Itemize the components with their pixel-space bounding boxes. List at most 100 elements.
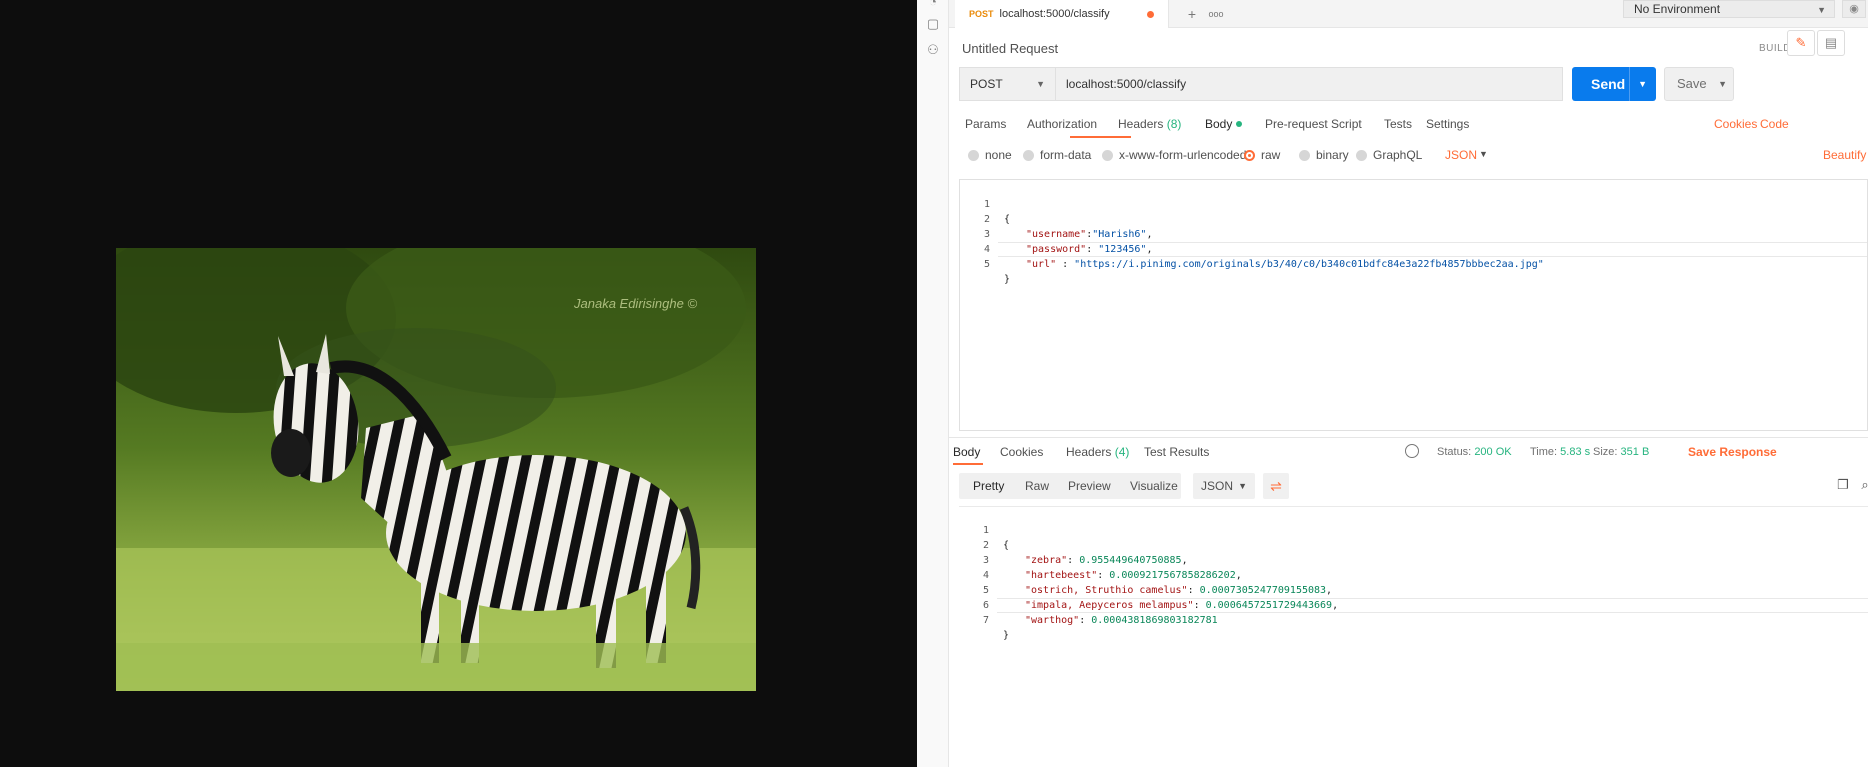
save-options-chevron-icon[interactable]: ▼ bbox=[1718, 68, 1727, 100]
view-preview[interactable]: Preview bbox=[1060, 473, 1119, 499]
more-tabs-button[interactable]: ooo bbox=[1203, 4, 1229, 24]
history-icon[interactable]: ◔ bbox=[925, 0, 941, 10]
json-key: "url" bbox=[1026, 259, 1057, 270]
save-response-button[interactable]: Save Response bbox=[1688, 445, 1777, 459]
url-input[interactable]: localhost:5000/classify bbox=[1056, 67, 1563, 101]
view-visualize[interactable]: Visualize bbox=[1122, 473, 1186, 499]
collections-icon[interactable]: ▢ bbox=[925, 16, 941, 32]
tab-authorization[interactable]: Authorization bbox=[1027, 117, 1097, 131]
cookies-link[interactable]: Cookies bbox=[1714, 117, 1757, 131]
code-link[interactable]: Code bbox=[1760, 117, 1789, 131]
res-tab-headers-label: Headers bbox=[1066, 445, 1112, 459]
tab-body-label: Body bbox=[1205, 117, 1233, 131]
code-text: } bbox=[1004, 274, 1011, 285]
tab-tests[interactable]: Tests bbox=[1384, 117, 1412, 131]
code-line: 1 { bbox=[959, 508, 1868, 551]
radio-raw[interactable]: raw bbox=[1244, 148, 1280, 162]
raw-format-select[interactable]: JSON bbox=[1445, 148, 1477, 162]
method-value: POST bbox=[970, 77, 1003, 91]
response-divider[interactable] bbox=[949, 437, 1868, 438]
chevron-down-icon[interactable]: ▼ bbox=[1479, 149, 1488, 159]
tab-title: localhost:5000/classify bbox=[999, 8, 1110, 20]
environment-select[interactable]: No Environment ▼ bbox=[1623, 0, 1835, 18]
code-line: 6 "warthog": 0.0004381869803182781 bbox=[959, 583, 1868, 626]
request-body-editor[interactable]: 1 { 2 "username":"Harish6", 3 "password"… bbox=[959, 179, 1868, 431]
radio-binary-label: binary bbox=[1316, 148, 1349, 162]
view-mode-group: Pretty Raw Preview Visualize bbox=[959, 473, 1181, 499]
active-tab-underline bbox=[953, 463, 983, 465]
radio-urlencoded-label: x-www-form-urlencoded bbox=[1119, 148, 1247, 162]
response-format-select[interactable]: JSON ▼ bbox=[1193, 473, 1255, 499]
res-tab-cookies[interactable]: Cookies bbox=[1000, 445, 1043, 459]
radio-circle-icon bbox=[1299, 149, 1310, 161]
method-select[interactable]: POST ▼ bbox=[959, 67, 1056, 101]
code-line: 7 } bbox=[959, 598, 1868, 641]
tab-headers-count: (8) bbox=[1166, 117, 1182, 131]
request-tab-bar: POST localhost:5000/classify + ooo No En… bbox=[949, 0, 1868, 28]
view-pretty[interactable]: Pretty bbox=[965, 473, 1013, 499]
request-title[interactable]: Untitled Request bbox=[962, 41, 1058, 56]
tab-headers[interactable]: Headers (8) bbox=[1118, 117, 1181, 131]
size-meta: Size: 351 B bbox=[1593, 446, 1649, 458]
response-format-label: JSON bbox=[1201, 479, 1234, 493]
status-label: Status: bbox=[1437, 446, 1472, 458]
code-text: } bbox=[1003, 630, 1010, 641]
radio-none-label: none bbox=[985, 148, 1012, 162]
unsaved-dot-icon bbox=[1147, 10, 1154, 18]
code-line: 5 } bbox=[960, 242, 1867, 285]
code-line: 4 "ostrich, Struthio camelus": 0.0007305… bbox=[959, 553, 1868, 596]
send-button[interactable]: Send ▼ bbox=[1572, 67, 1656, 101]
code-line: 5 "impala, Aepyceros melampus": 0.000645… bbox=[959, 568, 1868, 611]
radio-graphql[interactable]: GraphQL bbox=[1356, 148, 1422, 162]
send-label: Send bbox=[1591, 76, 1626, 92]
beautify-link[interactable]: Beautify bbox=[1823, 148, 1866, 162]
save-label: Save bbox=[1677, 76, 1707, 91]
radio-circle-icon bbox=[1102, 149, 1113, 161]
zebra-illustration bbox=[116, 248, 756, 691]
code-line: 3 "password": "123456", bbox=[960, 212, 1867, 255]
radio-circle-icon bbox=[1023, 149, 1034, 161]
size-label: Size: bbox=[1593, 446, 1618, 458]
tab-headers-label: Headers bbox=[1118, 117, 1164, 131]
chevron-down-icon: ▼ bbox=[1238, 481, 1247, 491]
view-raw[interactable]: Raw bbox=[1017, 473, 1057, 499]
edit-pencil-icon[interactable]: ✎ bbox=[1787, 30, 1815, 56]
response-body-viewer[interactable]: 1 { 2 "zebra": 0.955449640750885, 3 "har… bbox=[959, 506, 1868, 641]
status-meta: Status: 200 OK bbox=[1437, 446, 1512, 458]
apis-icon[interactable]: ⚇ bbox=[925, 42, 941, 58]
comments-icon[interactable]: ▤ bbox=[1817, 30, 1845, 56]
tab-localhost-classify[interactable]: POST localhost:5000/classify bbox=[955, 0, 1169, 28]
code-line: 2 "zebra": 0.955449640750885, bbox=[959, 523, 1868, 566]
radio-none[interactable]: none bbox=[968, 148, 1012, 162]
tab-method: POST bbox=[969, 9, 994, 19]
request-tabs: Params Authorization Headers (8) Body Pr… bbox=[959, 111, 1868, 138]
image-viewer: Janaka Edirisinghe © bbox=[0, 0, 917, 767]
json-sep: : bbox=[1056, 259, 1075, 270]
wrap-lines-icon[interactable]: ⇌ bbox=[1263, 473, 1289, 499]
postman-panel: ◔ ▢ ⚇ POST localhost:5000/classify + ooo… bbox=[917, 0, 1868, 767]
save-button[interactable]: Save ▼ bbox=[1664, 67, 1734, 101]
radio-binary[interactable]: binary bbox=[1299, 148, 1349, 162]
tab-settings[interactable]: Settings bbox=[1426, 117, 1469, 131]
code-line: 2 "username":"Harish6", bbox=[960, 197, 1867, 240]
search-icon[interactable]: ⌕ bbox=[1857, 477, 1868, 493]
response-tabs: Body Cookies Headers (4) Test Results St… bbox=[953, 443, 1868, 465]
res-tab-headers-count: (4) bbox=[1114, 445, 1130, 459]
globe-icon[interactable] bbox=[1405, 444, 1419, 458]
tab-params[interactable]: Params bbox=[965, 117, 1006, 131]
new-tab-button[interactable]: + bbox=[1179, 4, 1205, 24]
send-options-chevron-icon[interactable]: ▼ bbox=[1638, 67, 1647, 101]
tab-prerequest-script[interactable]: Pre-request Script bbox=[1265, 117, 1362, 131]
chevron-down-icon: ▼ bbox=[1036, 79, 1045, 89]
time-meta: Time: 5.83 s bbox=[1530, 446, 1590, 458]
radio-urlencoded[interactable]: x-www-form-urlencoded bbox=[1102, 148, 1246, 162]
json-value: 0.0004381869803182781 bbox=[1091, 615, 1218, 626]
radio-graphql-label: GraphQL bbox=[1373, 148, 1423, 162]
res-tab-body[interactable]: Body bbox=[953, 445, 980, 459]
tab-body[interactable]: Body bbox=[1205, 117, 1243, 131]
radio-form-data[interactable]: form-data bbox=[1023, 148, 1091, 162]
environment-quick-look-eye-icon[interactable]: ◉ bbox=[1842, 0, 1866, 18]
res-tab-headers[interactable]: Headers (4) bbox=[1066, 445, 1129, 459]
res-tab-test-results[interactable]: Test Results bbox=[1144, 445, 1209, 459]
copy-icon[interactable]: ❐ bbox=[1835, 477, 1851, 493]
